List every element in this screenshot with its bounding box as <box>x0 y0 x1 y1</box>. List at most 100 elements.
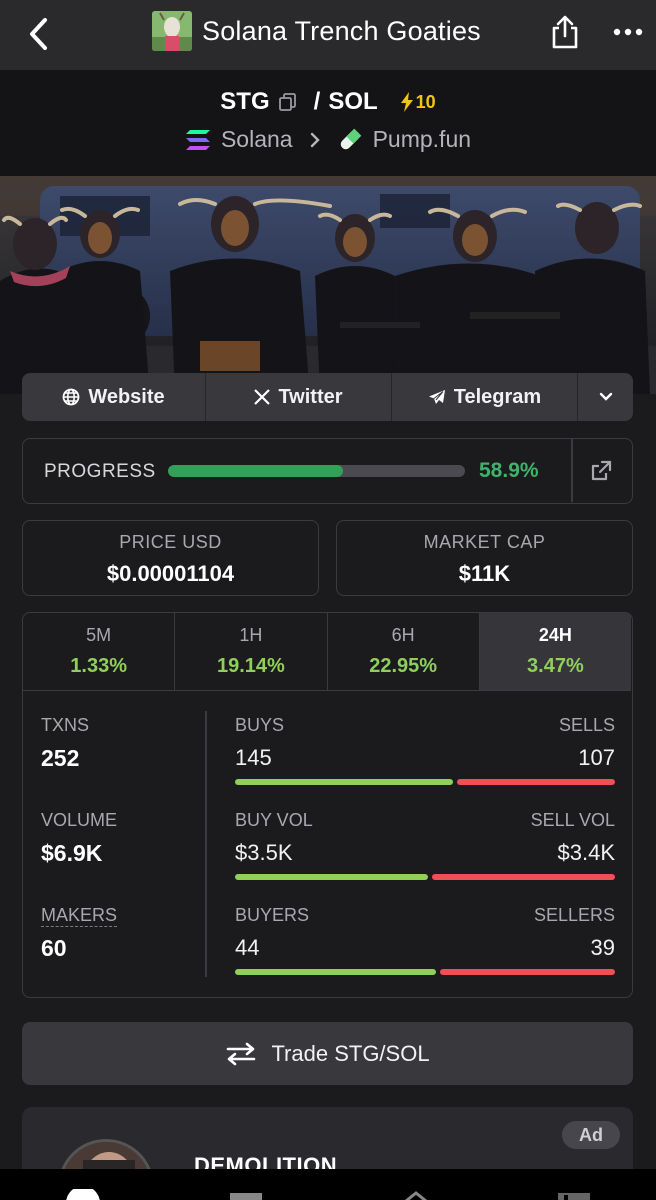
pair-header: STG / SOL 10 Solana Pump.fun <box>0 70 656 176</box>
buyers-bar <box>235 969 436 975</box>
pair-row: STG / SOL 10 <box>0 88 656 116</box>
dex-name[interactable]: Pump.fun <box>373 126 471 153</box>
more-button[interactable] <box>608 16 648 48</box>
makers-label[interactable]: MAKERS <box>41 905 118 927</box>
price-usd-label: PRICE USD <box>119 532 222 552</box>
solana-icon <box>185 129 210 150</box>
tab-5m[interactable]: 5M 1.33% <box>23 613 176 690</box>
copy-icon[interactable] <box>278 92 298 112</box>
social-links-bar: Website Twitter Telegram <box>22 373 633 421</box>
base-symbol: STG <box>220 88 270 115</box>
telegram-button[interactable]: Telegram <box>392 373 578 421</box>
token-banner-image <box>0 176 656 394</box>
chevron-right-icon <box>310 132 320 147</box>
tab-label: 1H <box>239 625 263 645</box>
tab-1h[interactable]: 1H 19.14% <box>175 613 328 690</box>
volume-label: VOLUME <box>41 810 118 830</box>
buys-sells-bar <box>235 779 615 785</box>
external-link-icon <box>591 460 612 481</box>
divider <box>205 711 207 977</box>
share-button[interactable] <box>546 12 584 52</box>
home-icon[interactable] <box>64 1189 102 1200</box>
ad-badge: Ad <box>562 1121 620 1149</box>
back-button[interactable] <box>18 14 58 54</box>
tabs-icon[interactable] <box>228 1189 264 1200</box>
sellers-value: 39 <box>590 935 615 960</box>
buyers-label: BUYERS <box>235 905 310 925</box>
website-button[interactable]: Website <box>22 373 206 421</box>
progress-bar <box>168 465 465 477</box>
buyers-value: 44 <box>235 935 260 960</box>
swap-arrows-icon <box>227 1042 256 1065</box>
token-title: Solana Trench Goaties <box>152 10 481 52</box>
tab-change: 3.47% <box>527 655 584 677</box>
pill-icon <box>340 128 361 149</box>
share-icon <box>552 15 578 49</box>
tab-24h[interactable]: 24H 3.47% <box>479 613 631 690</box>
volume-value: $6.9K <box>41 840 103 866</box>
boost-badge[interactable]: 10 <box>400 92 436 113</box>
tab-label: 6H <box>391 625 415 645</box>
tab-label: 5M <box>86 625 112 645</box>
twitter-button[interactable]: Twitter <box>206 373 392 421</box>
chain-breadcrumb: Solana Pump.fun <box>0 126 656 153</box>
buys-label: BUYS <box>235 715 285 735</box>
sells-bar <box>457 779 615 785</box>
buys-sells-row: BUYS SELLS 145 107 <box>235 715 615 795</box>
price-usd-value: $0.00001104 <box>106 561 235 586</box>
tab-change: 1.33% <box>70 655 127 677</box>
pair-separator: / <box>313 88 321 115</box>
trade-button[interactable]: Trade STG/SOL <box>22 1022 633 1085</box>
token-name: Solana Trench Goaties <box>202 15 481 46</box>
buy-vol-value: $3.5K <box>235 840 293 865</box>
divider <box>571 439 573 502</box>
sellers-bar <box>440 969 615 975</box>
market-cap-value: $11K <box>458 561 511 586</box>
buys-value: 145 <box>235 745 272 770</box>
chain-name[interactable]: Solana <box>221 126 293 153</box>
makers-value: 60 <box>41 935 67 961</box>
sell-vol-value: $3.4K <box>557 840 616 865</box>
x-logo-icon <box>254 389 271 405</box>
price-usd-card: PRICE USD $0.00001104 <box>22 520 319 596</box>
buys-bar <box>235 779 453 785</box>
globe-icon <box>62 388 80 406</box>
chevron-left-icon <box>30 18 47 50</box>
twitter-label: Twitter <box>278 385 343 408</box>
volume-split-row: BUY VOL SELL VOL $3.5K $3.4K <box>235 810 615 890</box>
more-links-button[interactable] <box>578 373 633 421</box>
market-cap-card: MARKET CAP $11K <box>336 520 633 596</box>
top-nav-bar: Solana Trench Goaties <box>0 0 656 70</box>
sell-vol-bar <box>432 874 615 880</box>
buy-vol-label: BUY VOL <box>235 810 313 830</box>
open-external-button[interactable] <box>589 459 613 483</box>
boost-count: 10 <box>415 91 436 112</box>
more-dots-icon <box>613 28 643 36</box>
timeframe-tabs: 5M 1.33% 1H 19.14% 6H 22.95% 24H 3.47% <box>23 613 631 691</box>
telegram-label: Telegram <box>453 385 542 408</box>
progress-fill <box>168 465 343 477</box>
buy-vol-bar <box>235 874 428 880</box>
progress-card: PROGRESS 58.9% <box>22 438 633 504</box>
txns-value: 252 <box>41 745 80 771</box>
tab-6h[interactable]: 6H 22.95% <box>328 613 480 690</box>
trade-label: Trade STG/SOL <box>271 1040 430 1066</box>
stats-card: 5M 1.33% 1H 19.14% 6H 22.95% 24H 3.47% T… <box>22 612 633 998</box>
sells-value: 107 <box>578 745 615 770</box>
progress-label: PROGRESS <box>44 461 156 482</box>
tab-change: 22.95% <box>369 655 438 677</box>
up-icon[interactable] <box>404 1189 428 1200</box>
quote-symbol: SOL <box>328 88 378 115</box>
website-label: Website <box>88 385 165 408</box>
volume-split-bar <box>235 874 615 880</box>
sellers-label: SELLERS <box>533 905 615 925</box>
tab-change: 19.14% <box>216 655 285 677</box>
sells-label: SELLS <box>558 715 615 735</box>
progress-value: 58.9% <box>479 459 539 482</box>
menu-icon[interactable] <box>556 1189 592 1200</box>
txns-label: TXNS <box>41 715 90 735</box>
lightning-icon <box>400 92 413 112</box>
telegram-icon <box>428 390 445 404</box>
sell-vol-label: SELL VOL <box>530 810 615 830</box>
chevron-down-icon <box>599 392 612 401</box>
